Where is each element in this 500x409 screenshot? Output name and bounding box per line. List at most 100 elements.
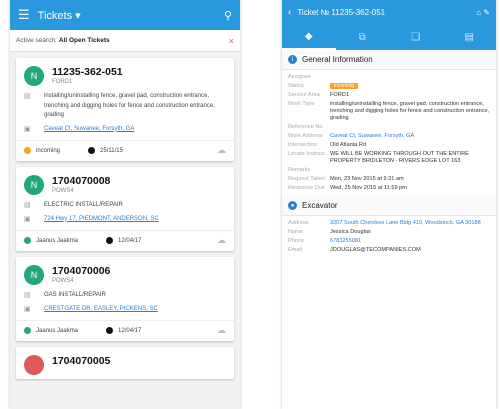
cloud-icon: ☁ — [217, 325, 226, 335]
tab-map[interactable]: ▤ — [443, 32, 497, 43]
clear-search-icon[interactable]: × — [229, 36, 234, 46]
ticket-number: 11235-362-051 — [52, 66, 123, 78]
detail-row: Assignee — [282, 73, 496, 82]
address-link[interactable]: 724 Hwy 17, PIEDMONT, ANDERSON, SC — [44, 215, 159, 225]
detail-label: Address — [288, 220, 309, 226]
due-date-text: 25/11/15 — [100, 147, 123, 154]
avatar: N — [24, 175, 44, 195]
cloud-icon: ☁ — [217, 145, 226, 155]
ticket-number: 1704070008 — [52, 175, 111, 187]
ticket-card[interactable]: N 1704070008 POWS4 ▤ ELECTRIC INSTALL/RE… — [16, 167, 234, 251]
detail-label: Work Type — [288, 101, 315, 107]
status-text: Jaanus Jaakma — [36, 237, 79, 244]
detail-value: Wed, 25 Nov 2015 at 11:59 pm — [330, 185, 407, 191]
detail-value — [330, 74, 490, 81]
detail-row: Name Jessica Douglas — [282, 228, 496, 237]
clock-icon — [106, 237, 114, 244]
detail-row: Response Due Wed, 25 Nov 2015 at 11:59 pm — [282, 184, 496, 193]
detail-row: Intersection Old Atlanta Rd — [282, 141, 496, 150]
detail-row: Phone 6783255081 — [282, 237, 496, 246]
general-info-title: General Information — [302, 55, 373, 64]
detail-value: Jessica Douglas — [330, 229, 371, 235]
excavator-title: Excavator — [302, 201, 338, 210]
status-dot — [24, 327, 31, 334]
home-edit-icon[interactable]: ⌂ ✎ — [476, 8, 490, 17]
ticket-card[interactable]: N 11235-362-051 FORD1 ▤ installing/unins… — [16, 58, 234, 161]
active-search-value: All Open Tickets — [58, 37, 110, 44]
general-info-list: Assignee Status incoming Service Area FORD1 W… — [282, 73, 496, 193]
ticket-list: N 11235-362-051 FORD1 ▤ installing/unins… — [10, 58, 240, 341]
avatar — [24, 355, 44, 375]
detail-row: Work Type installing/uninstalling fence, … — [282, 100, 496, 123]
address-link[interactable]: Caveat Ct, Suwanee, Forsyth, GA — [44, 125, 134, 135]
work-type-icon: ▤ — [24, 292, 31, 299]
work-type-icon: ▤ — [24, 202, 31, 209]
work-description: GAS INSTALL/REPAIR — [44, 292, 106, 298]
app-bar: ☰ Tickets ▾ ⚲ — [10, 0, 240, 30]
detail-label: Name — [288, 229, 303, 235]
clock-icon — [88, 147, 96, 154]
service-area-code: FORD1 — [52, 79, 73, 85]
due-date: 25/11/15 — [88, 147, 123, 154]
back-icon[interactable]: ‹ — [288, 7, 291, 18]
detail-row: Request Taken Mon, 23 Nov 2015 at 9:31 am — [282, 175, 496, 184]
avatar: N — [24, 265, 44, 285]
detail-label: Intersection — [288, 142, 317, 148]
address-icon: ▣ — [24, 125, 31, 133]
service-area-code: POWS4 — [52, 278, 74, 284]
detail-value: FORD1 — [330, 92, 349, 98]
cloud-icon: ☁ — [217, 235, 226, 245]
detail-value[interactable]: 6783255081 — [330, 238, 490, 245]
detail-row: Reference No — [282, 123, 496, 132]
detail-label: Assignee — [288, 74, 312, 80]
detail-label: Request Taken — [288, 176, 326, 182]
detail-row: Remarks — [282, 166, 496, 175]
clock-icon — [106, 327, 114, 334]
service-area-code: POWS4 — [52, 188, 74, 194]
detail-value — [330, 124, 490, 131]
detail-value[interactable]: 3207 South Cherokee Lane Bldg 410, Woods… — [330, 220, 490, 227]
detail-value: Mon, 23 Nov 2015 at 9:31 am — [330, 176, 404, 182]
ticket-card[interactable]: 1704070005 — [16, 347, 234, 379]
info-icon: i — [288, 55, 297, 64]
detail-value: Old Atlanta Rd — [330, 142, 367, 148]
status-dot — [24, 237, 31, 244]
ticket-detail-screen: ‹ Ticket № 11235-362-051 ⌂ ✎ ◆ ⧉ ❑ ▤ i Gene… — [282, 0, 496, 409]
detail-value — [330, 167, 490, 174]
status-badge: incoming — [330, 83, 359, 89]
detail-label: Reference No — [288, 124, 323, 130]
due-date-text: 12/04/17 — [118, 327, 142, 334]
search-icon[interactable]: ⚲ — [224, 9, 232, 22]
detail-row: Address 3207 South Cherokee Lane Bldg 410… — [282, 219, 496, 228]
tab-copy[interactable]: ⧉ — [336, 32, 390, 43]
excavator-header: ● Excavator — [282, 196, 496, 216]
detail-row: Status incoming — [282, 82, 496, 91]
detail-tabs: ◆ ⧉ ❑ ▤ — [282, 24, 496, 50]
status-dot — [24, 147, 31, 154]
detail-label: Phone — [288, 238, 305, 244]
detail-value: JDOUGLAS@TECOMPANIES.COM — [330, 247, 421, 253]
work-description: ELECTRIC INSTALL/REPAIR — [44, 202, 123, 208]
ticket-number: 1704070006 — [52, 265, 111, 277]
tab-attachments[interactable]: ❑ — [389, 32, 443, 43]
detail-row: Service Area FORD1 — [282, 91, 496, 100]
due-date-text: 12/04/17 — [118, 237, 142, 244]
detail-label: Status — [288, 83, 304, 89]
ticket-card[interactable]: N 1704070006 POWS4 ▤ GAS INSTALL/REPAIR … — [16, 257, 234, 341]
status-text: incoming — [36, 147, 61, 154]
excavator-list: Address 3207 South Cherokee Lane Bldg 410… — [282, 219, 496, 255]
address-icon: ▣ — [24, 305, 31, 313]
detail-label: Email — [288, 247, 302, 253]
tab-ticket[interactable]: ◆ — [282, 24, 336, 50]
detail-label: Remarks — [288, 167, 311, 173]
work-description: installing/uninstalling fence, gravel pa… — [44, 93, 215, 118]
detail-app-bar: ‹ Ticket № 11235-362-051 ⌂ ✎ — [282, 0, 496, 24]
ticket-number: 1704070005 — [52, 355, 111, 367]
address-icon: ▣ — [24, 215, 31, 223]
detail-value[interactable]: Caveat Ct, Suwanee, Forsyth, GA — [330, 133, 490, 140]
tickets-dropdown[interactable]: Tickets ▾ — [38, 9, 224, 22]
active-search-bar: Active search: All Open Tickets × — [10, 30, 240, 52]
menu-icon[interactable]: ☰ — [18, 7, 30, 23]
detail-label: Locate Instruct... — [288, 151, 330, 157]
address-link[interactable]: CRESTGATE DR, EASLEY, PICKENS, SC — [44, 305, 158, 315]
